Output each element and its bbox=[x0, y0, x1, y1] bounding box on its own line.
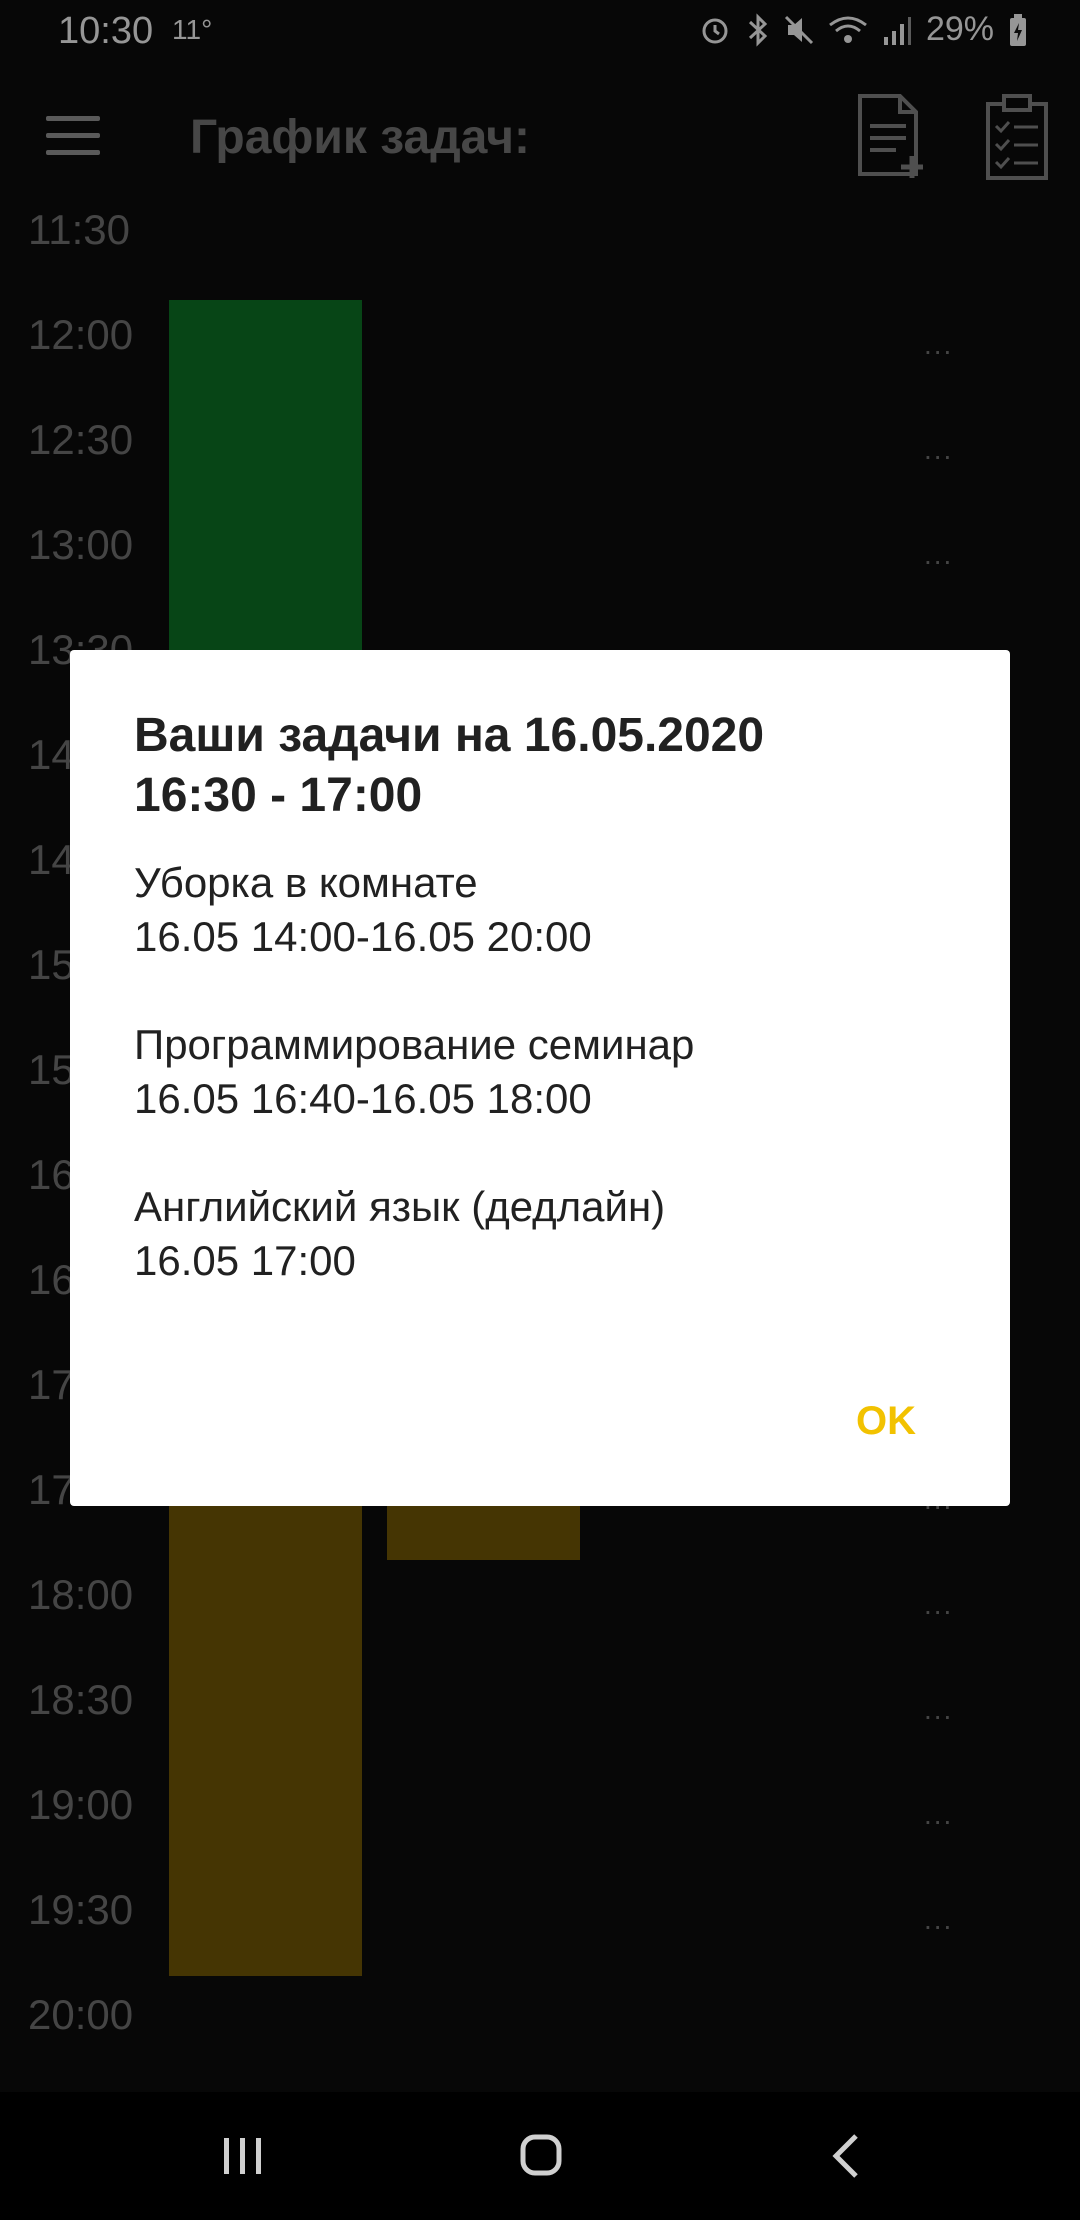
tasks-dialog: Ваши задачи на 16.05.2020 16:30 - 17:00 … bbox=[70, 650, 1010, 1506]
list-item: Английский язык (дедлайн) 16.05 17:00 bbox=[134, 1180, 954, 1288]
task-name: Уборка в комнате bbox=[134, 859, 478, 906]
task-time: 16.05 14:00-16.05 20:00 bbox=[134, 913, 592, 960]
list-item: Программирование семинар 16.05 16:40-16.… bbox=[134, 1018, 954, 1126]
task-time: 16.05 16:40-16.05 18:00 bbox=[134, 1075, 592, 1122]
task-list: Уборка в комнате 16.05 14:00-16.05 20:00… bbox=[134, 856, 954, 1342]
dialog-title-date: Ваши задачи на 16.05.2020 bbox=[134, 709, 765, 762]
home-icon[interactable] bbox=[520, 2134, 562, 2176]
task-name: Программирование семинар bbox=[134, 1021, 695, 1068]
list-item: Уборка в комнате 16.05 14:00-16.05 20:00 bbox=[134, 856, 954, 964]
dialog-title: Ваши задачи на 16.05.2020 16:30 - 17:00 bbox=[134, 706, 954, 826]
task-time: 16.05 17:00 bbox=[134, 1237, 356, 1284]
system-nav-bar bbox=[0, 2092, 1080, 2220]
dialog-title-interval: 16:30 - 17:00 bbox=[134, 769, 423, 822]
task-name: Английский язык (дедлайн) bbox=[134, 1183, 666, 1230]
ok-button[interactable]: OK bbox=[846, 1387, 926, 1456]
recents-icon[interactable] bbox=[220, 2136, 266, 2176]
back-icon[interactable] bbox=[830, 2132, 860, 2180]
